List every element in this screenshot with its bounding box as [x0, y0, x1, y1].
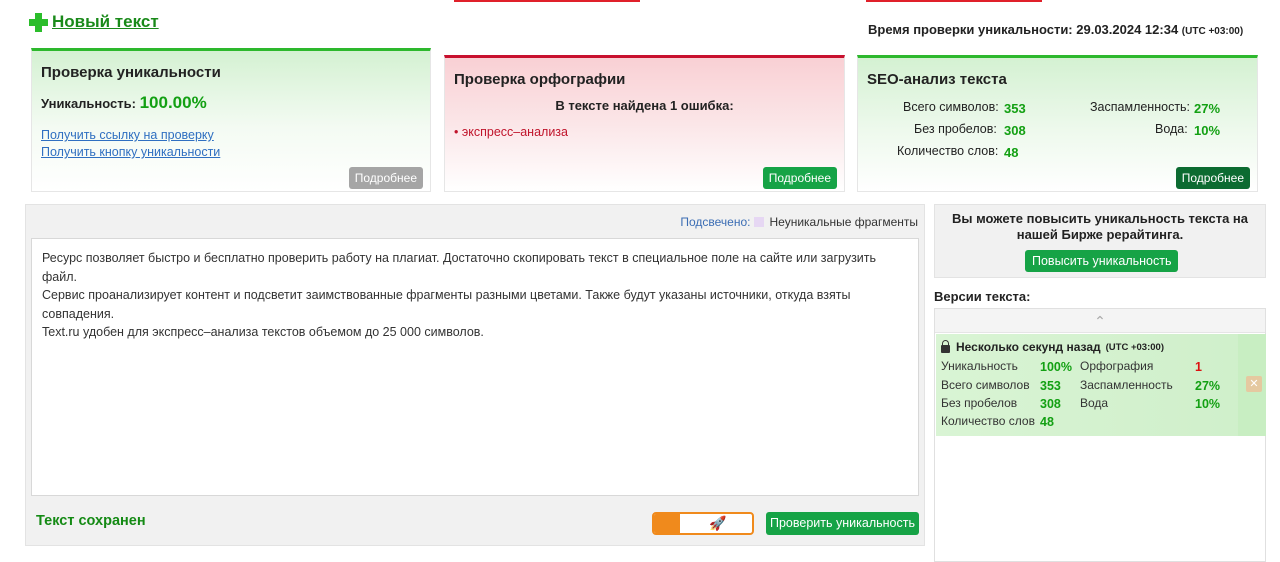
chevron-up-icon[interactable]: ⌃ [935, 309, 1265, 333]
version-words-label: Количество слов [941, 414, 1035, 428]
editor-panel: Подсвечено: Неуникальные фрагменты Ресур… [25, 204, 925, 546]
new-text-label[interactable]: Новый текст [52, 12, 159, 32]
top-accent-bar-right [866, 0, 1042, 2]
seo-words-value: 48 [1004, 145, 1019, 160]
version-nospace-value: 308 [1040, 397, 1061, 411]
seo-water-label: Вода: [1155, 122, 1188, 136]
check-time-tz: (UTC +03:00) [1181, 26, 1244, 37]
version-water-label: Вода [1080, 396, 1109, 410]
uniqueness-more-button[interactable]: Подробнее [348, 167, 423, 189]
versions-list: ⌃ Несколько секунд назад (UTC +03:00) Ун… [934, 308, 1266, 562]
version-time: Несколько секунд назад [956, 340, 1101, 354]
spelling-found: В тексте найдена 1 ошибка: [555, 98, 734, 113]
uniqueness-value: 100.00% [139, 93, 207, 112]
version-uniq-label: Уникальность [941, 359, 1018, 373]
uniqueness-title: Проверка уникальности [41, 64, 221, 81]
spelling-error-word[interactable]: экспресс–анализа [462, 125, 568, 139]
check-uniqueness-button[interactable]: Проверить уникальность [766, 512, 919, 535]
plus-icon [29, 12, 48, 32]
seo-total-label: Всего символов: [903, 100, 999, 114]
get-uniq-button-link[interactable]: Получить кнопку уникальности [41, 145, 220, 159]
version-uniq-value: 100% [1040, 360, 1072, 374]
seo-spam-label: Заспамленность: [1090, 100, 1191, 114]
version-side: ✕ [1238, 334, 1266, 436]
text-line[interactable]: Ресурс позволяет быстро и бесплатно пров… [42, 249, 908, 286]
close-icon[interactable]: ✕ [1246, 376, 1262, 392]
spelling-more-button[interactable]: Подробнее [762, 167, 837, 189]
new-text-link[interactable]: Новый текст [29, 12, 159, 32]
text-input-area[interactable]: Ресурс позволяет быстро и бесплатно пров… [31, 238, 919, 496]
seo-water-value: 10% [1194, 123, 1221, 138]
text-line[interactable]: совпадения. [42, 305, 908, 324]
text-line[interactable]: Сервис проанализирует контент и подсвети… [42, 286, 908, 305]
uniqueness-card: Проверка уникальности Уникальность: 100.… [31, 48, 431, 192]
version-item[interactable]: Несколько секунд назад (UTC +03:00) Уник… [936, 334, 1266, 436]
version-tz: (UTC +03:00) [1105, 341, 1164, 353]
version-spam-value: 27% [1195, 379, 1221, 393]
version-header: Несколько секунд назад (UTC +03:00) [941, 340, 1164, 354]
check-time-label: Время проверки уникальности: 29.03.2024 … [868, 22, 1179, 37]
raise-uniqueness-button[interactable]: Повысить уникальность [1025, 250, 1179, 272]
seo-title: SEO-анализ текста [867, 71, 1007, 88]
seo-spam-value: 27% [1194, 101, 1221, 116]
seo-nospace-label: Без пробелов: [914, 122, 997, 136]
highlight-legend-text: Неуникальные фрагменты [769, 215, 918, 229]
spelling-card: Проверка орфографии В тексте найдена 1 о… [444, 55, 845, 192]
version-total-value: 353 [1040, 379, 1061, 393]
version-water-value: 10% [1195, 397, 1221, 411]
top-accent-bar-left [454, 0, 640, 2]
seo-total-value: 353 [1004, 101, 1026, 116]
highlight-label: Подсвечено: [680, 215, 751, 229]
version-spelling-value: 1 [1195, 360, 1202, 374]
version-words-value: 48 [1040, 415, 1054, 429]
highlight-legend: Подсвечено: Неуникальные фрагменты [680, 215, 918, 229]
saved-status: Текст сохранен [36, 513, 146, 529]
versions-title: Версии текста: [934, 289, 1031, 304]
text-line[interactable]: Text.ru удобен для экспресс–анализа текс… [42, 323, 908, 342]
seo-nospace-value: 308 [1004, 123, 1026, 138]
uniqueness-line: Уникальность: 100.00% [41, 93, 207, 113]
nonunique-swatch [754, 217, 765, 227]
spelling-title: Проверка орфографии [454, 71, 626, 88]
lock-icon [941, 340, 950, 353]
promo-text: Вы можете повысить уникальность текста н… [951, 211, 1249, 242]
version-spelling-label: Орфография [1080, 359, 1154, 373]
rocket-icon: 🚀 [709, 515, 727, 531]
seo-words-label: Количество слов: [897, 144, 999, 158]
spelling-error-item[interactable]: • экспресс–анализа [454, 125, 568, 139]
turbo-toggle[interactable]: 🚀 [652, 512, 754, 535]
version-nospace-label: Без пробелов [941, 396, 1018, 410]
seo-card: SEO-анализ текста Всего символов: 353 Бе… [857, 55, 1258, 192]
version-spam-label: Заспамленность [1080, 378, 1173, 392]
check-time: Время проверки уникальности: 29.03.2024 … [868, 22, 1243, 37]
turbo-toggle-knob [654, 514, 680, 533]
get-check-link[interactable]: Получить ссылку на проверку [41, 128, 214, 142]
promo-panel: Вы можете повысить уникальность текста н… [934, 204, 1266, 278]
version-total-label: Всего символов [941, 378, 1030, 392]
uniqueness-label: Уникальность: [41, 96, 136, 111]
seo-more-button[interactable]: Подробнее [1175, 167, 1250, 189]
